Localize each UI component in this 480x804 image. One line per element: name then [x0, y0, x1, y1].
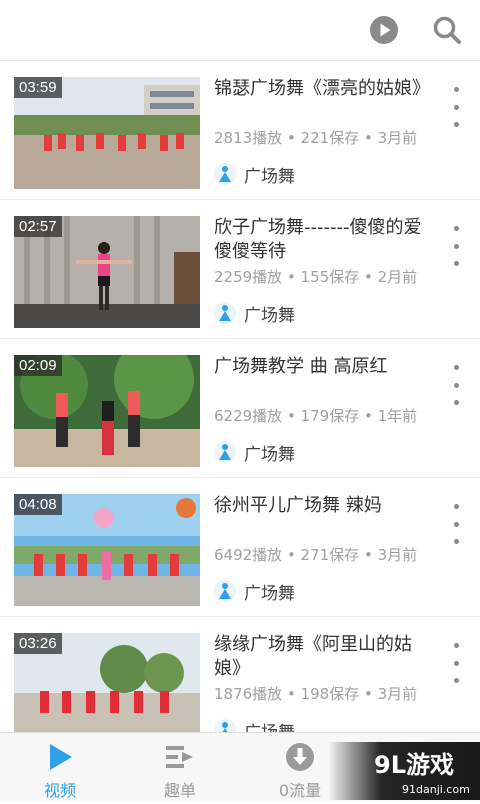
search-button[interactable] — [430, 13, 464, 47]
video-duration: 03:59 — [14, 77, 62, 98]
channel-name: 广场舞 — [244, 718, 295, 733]
top-toolbar — [0, 0, 480, 61]
video-thumbnail[interactable]: 03:26 — [14, 633, 200, 732]
channel-name: 广场舞 — [244, 305, 295, 326]
play-button[interactable] — [367, 13, 401, 47]
video-duration: 03:26 — [14, 633, 62, 654]
tab-playlist[interactable]: 趣单 — [120, 733, 240, 801]
video-stats: 2813播放 • 221保存 • 3月前 — [214, 129, 418, 147]
playlist-icon — [166, 746, 193, 768]
video-duration: 04:08 — [14, 494, 62, 515]
channel-info[interactable]: 广场舞 — [214, 439, 295, 465]
channel-avatar-icon — [214, 441, 236, 463]
video-duration: 02:57 — [14, 216, 62, 237]
channel-info[interactable]: 广场舞 — [214, 717, 295, 732]
video-thumbnail[interactable]: 04:08 — [14, 494, 200, 606]
video-title[interactable]: 广场舞教学 曲 高原红 — [214, 355, 436, 379]
svg-text:91danji.com: 91danji.com — [402, 783, 470, 796]
video-list: 03:59 锦瑟广场舞《漂亮的姑娘》 2813播放 • 221保存 • 3月前 … — [0, 61, 480, 732]
search-icon — [433, 16, 461, 44]
video-stats: 6229播放 • 179保存 • 1年前 — [214, 407, 418, 425]
video-stats: 2259播放 • 155保存 • 2月前 — [214, 268, 418, 286]
video-stats: 6492播放 • 271保存 • 3月前 — [214, 546, 418, 564]
video-list-item[interactable]: 03:26 缘缘广场舞《阿里山的姑娘》 1876播放 • 198保存 • 3月前… — [0, 617, 480, 732]
video-title[interactable]: 徐州平儿广场舞 辣妈 — [214, 494, 436, 518]
channel-avatar-icon — [214, 302, 236, 324]
play-icon — [50, 744, 72, 770]
video-title[interactable]: 缘缘广场舞《阿里山的姑娘》 — [214, 633, 436, 681]
more-options-icon[interactable] — [446, 504, 466, 544]
more-options-icon[interactable] — [446, 226, 466, 266]
more-options-icon[interactable] — [446, 643, 466, 683]
video-thumbnail[interactable]: 03:59 — [14, 77, 200, 189]
video-list-item[interactable]: 03:59 锦瑟广场舞《漂亮的姑娘》 2813播放 • 221保存 • 3月前 … — [0, 61, 480, 200]
tab-label: 趣单 — [163, 781, 196, 800]
channel-avatar-icon — [214, 163, 236, 185]
channel-name: 广场舞 — [244, 166, 295, 187]
video-duration: 02:09 — [14, 355, 62, 376]
more-options-icon[interactable] — [446, 87, 466, 127]
channel-info[interactable]: 广场舞 — [214, 300, 295, 326]
video-thumbnail[interactable]: 02:57 — [14, 216, 200, 328]
channel-name: 广场舞 — [244, 444, 295, 465]
tab-video[interactable]: 视频 — [0, 733, 120, 801]
more-options-icon[interactable] — [446, 365, 466, 405]
play-circle-icon — [370, 16, 398, 44]
video-list-item[interactable]: 02:09 广场舞教学 曲 高原红 6229播放 • 179保存 • 1年前 广… — [0, 339, 480, 478]
video-list-item[interactable]: 02:57 欣子广场舞-------傻傻的爱傻傻等待 2259播放 • 155保… — [0, 200, 480, 339]
channel-avatar-icon — [214, 719, 236, 732]
download-icon — [286, 743, 314, 771]
site-watermark: 9L游戏 91danji.com — [328, 742, 480, 800]
channel-avatar-icon — [214, 580, 236, 602]
video-thumbnail[interactable]: 02:09 — [14, 355, 200, 467]
tab-label: 视频 — [43, 781, 76, 800]
svg-text:9L游戏: 9L游戏 — [374, 751, 454, 779]
channel-info[interactable]: 广场舞 — [214, 161, 295, 187]
video-stats: 1876播放 • 198保存 • 3月前 — [214, 685, 418, 703]
video-title[interactable]: 欣子广场舞-------傻傻的爱傻傻等待 — [214, 216, 436, 264]
video-title[interactable]: 锦瑟广场舞《漂亮的姑娘》 — [214, 77, 436, 101]
channel-name: 广场舞 — [244, 583, 295, 604]
channel-info[interactable]: 广场舞 — [214, 578, 295, 604]
video-list-item[interactable]: 04:08 徐州平儿广场舞 辣妈 6492播放 • 271保存 • 3月前 广场… — [0, 478, 480, 617]
